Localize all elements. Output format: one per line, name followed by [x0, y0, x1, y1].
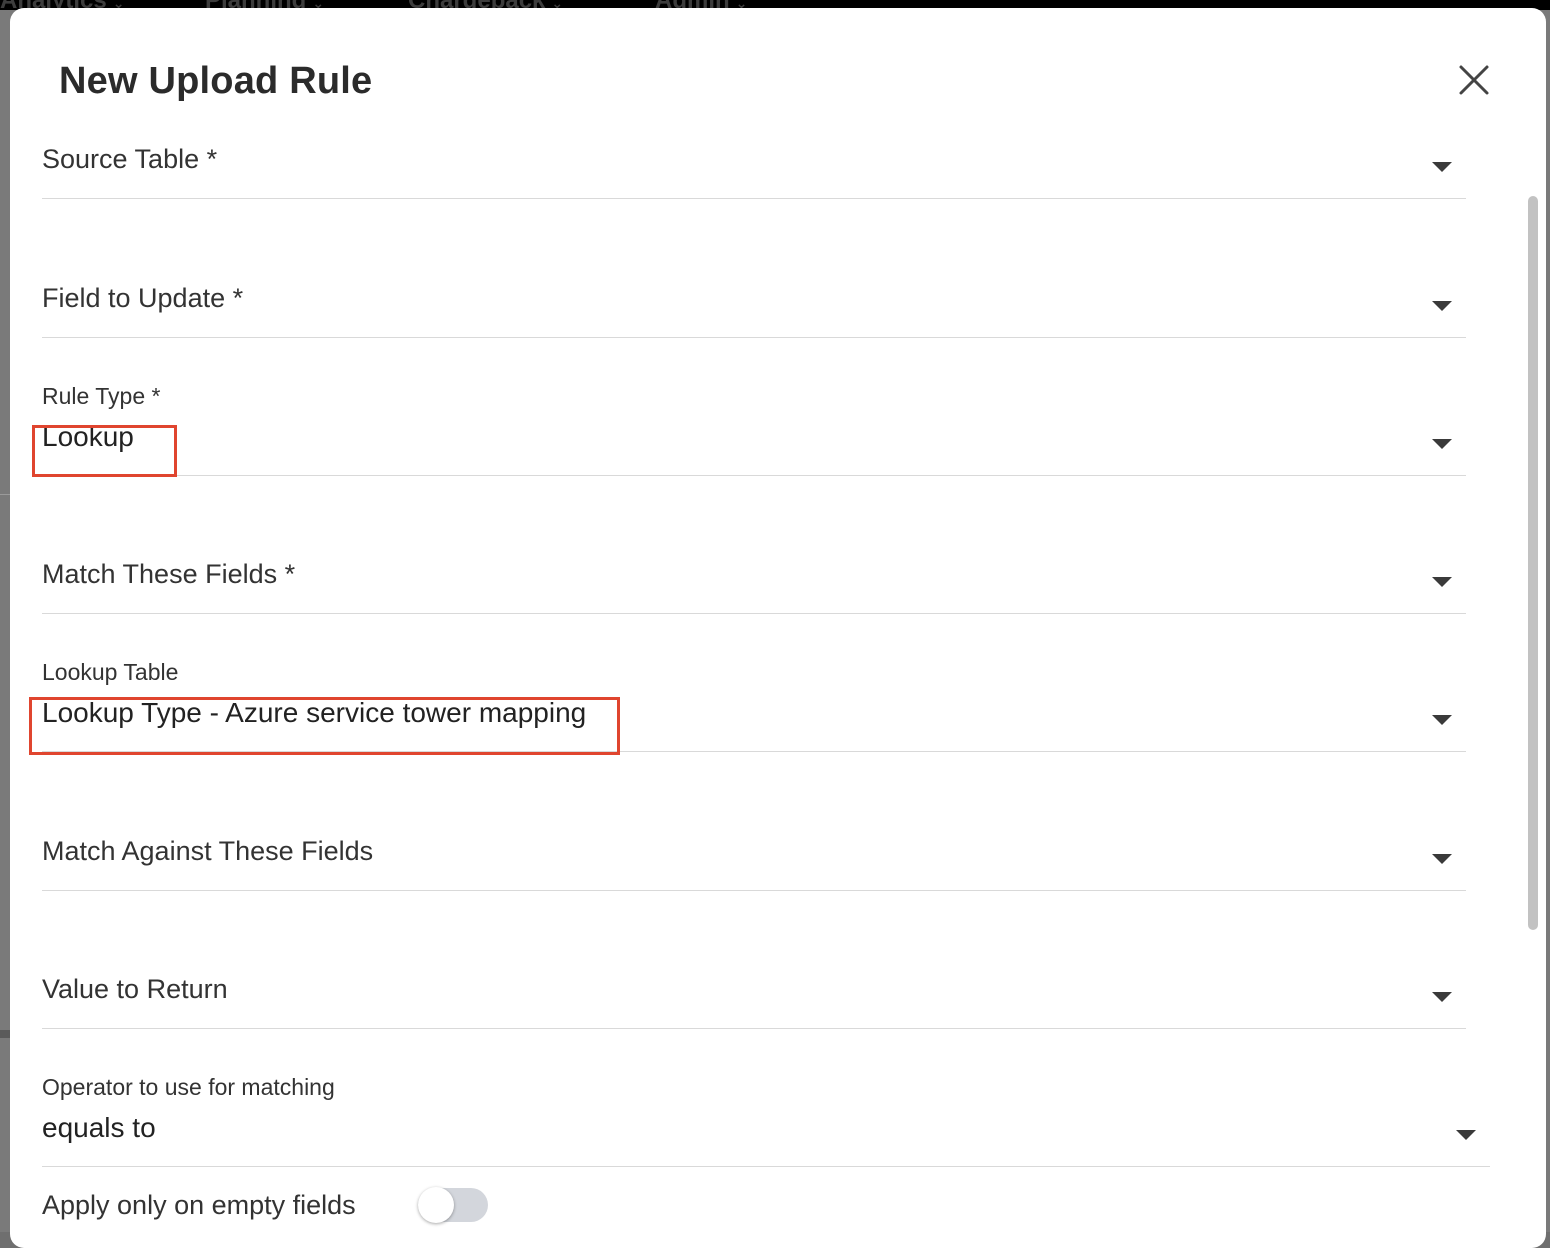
source-table-select[interactable]: Source Table * [42, 138, 1466, 199]
dialog-scrollbar[interactable] [1528, 196, 1538, 930]
source-table-label: Source Table * [42, 144, 218, 174]
rule-type-select[interactable]: Rule Type * Lookup [42, 383, 1466, 476]
field-to-update-label: Field to Update * [42, 283, 244, 313]
close-button[interactable] [1456, 62, 1492, 98]
match-these-fields-label: Match These Fields * [42, 559, 296, 589]
close-icon [1459, 65, 1489, 95]
new-upload-rule-dialog: New Upload Rule Source Table * Field to … [10, 8, 1546, 1248]
highlight-box [29, 697, 620, 755]
apply-only-empty-label: Apply only on empty fields [42, 1190, 356, 1220]
operator-value: equals to [42, 1112, 156, 1143]
match-these-fields-select[interactable]: Match These Fields * [42, 553, 1466, 614]
operator-select[interactable]: Operator to use for matching equals to [42, 1074, 1490, 1167]
value-to-return-label: Value to Return [42, 974, 228, 1004]
background-divider [0, 1030, 10, 1038]
background-divider [0, 494, 10, 495]
caret-down-icon [1432, 439, 1452, 449]
field-to-update-select[interactable]: Field to Update * [42, 277, 1466, 338]
match-against-fields-label: Match Against These Fields [42, 836, 374, 866]
match-against-fields-select[interactable]: Match Against These Fields [42, 830, 1466, 891]
toggle-knob [418, 1187, 454, 1223]
value-to-return-select[interactable]: Value to Return [42, 968, 1466, 1029]
rule-type-label: Rule Type * [42, 383, 161, 409]
caret-down-icon [1432, 854, 1452, 864]
caret-down-icon [1432, 577, 1452, 587]
apply-only-empty-toggle[interactable] [418, 1187, 488, 1223]
caret-down-icon [1432, 301, 1452, 311]
lookup-table-label: Lookup Table [42, 659, 179, 685]
caret-down-icon [1432, 715, 1452, 725]
caret-down-icon [1456, 1130, 1476, 1140]
caret-down-icon [1432, 992, 1452, 1002]
caret-down-icon [1432, 162, 1452, 172]
operator-label: Operator to use for matching [42, 1074, 335, 1100]
dialog-title: New Upload Rule [59, 60, 373, 102]
highlight-box [32, 425, 177, 477]
